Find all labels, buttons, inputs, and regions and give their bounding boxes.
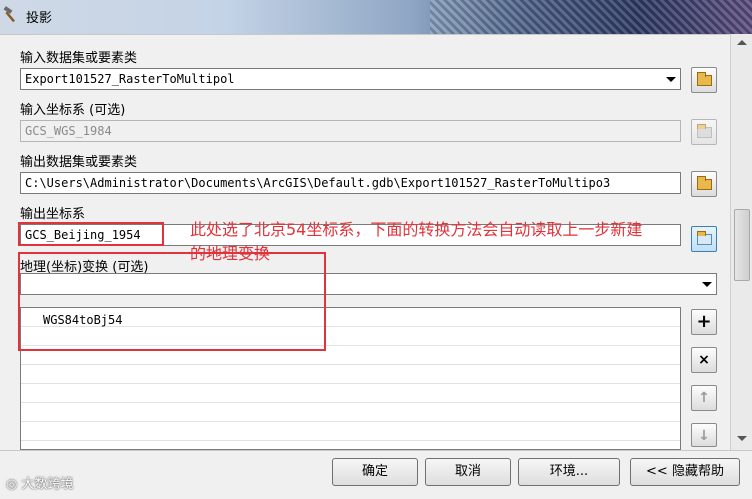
properties-icon <box>697 124 712 138</box>
input-crs-value: GCS_WGS_1984 <box>25 124 112 138</box>
open-folder-icon <box>697 176 712 190</box>
input-dataset-combo[interactable]: Export101527_RasterToMultipol <box>20 68 681 90</box>
list-row <box>21 384 680 403</box>
input-dataset-value: Export101527_RasterToMultipol <box>25 72 235 86</box>
add-icon[interactable]: + <box>691 309 717 335</box>
output-dataset-label: 输出数据集或要素类 <box>20 155 138 170</box>
annotation-text-line2: 的地理变换 <box>190 244 271 263</box>
vertical-scrollbar[interactable] <box>730 34 752 450</box>
annotation-box-output-crs <box>18 222 164 246</box>
move-down-icon[interactable]: ↓ <box>691 423 717 447</box>
watermark-logo-icon: ◎ <box>6 477 22 492</box>
window-title: 投影 <box>26 11 53 26</box>
annotation-text-line1: 此处选了北京54坐标系，下面的转换方法会自动读取上一步新建 <box>190 220 643 239</box>
open-folder-icon <box>697 72 712 86</box>
output-dataset-field[interactable]: C:\Users\Administrator\Documents\ArcGIS\… <box>20 172 681 194</box>
input-dataset-browse-button[interactable] <box>691 67 717 93</box>
output-crs-label: 输出坐标系 <box>20 207 86 222</box>
list-row <box>21 422 680 441</box>
properties-icon <box>697 231 712 245</box>
environments-button[interactable]: 环境... <box>518 458 620 486</box>
chevron-down-icon[interactable] <box>666 77 676 82</box>
list-row <box>21 365 680 384</box>
move-up-icon[interactable]: ↑ <box>691 385 717 411</box>
scroll-up-icon[interactable] <box>737 40 747 45</box>
remove-icon[interactable]: × <box>691 347 717 373</box>
annotation-box-transformation <box>18 252 326 351</box>
ok-button[interactable]: 确定 <box>332 458 418 486</box>
output-dataset-browse-button[interactable] <box>691 171 717 197</box>
input-crs-properties-button <box>691 119 717 145</box>
input-crs-label: 输入坐标系 (可选) <box>20 103 126 118</box>
watermark: ◎ 大数跨境 <box>6 473 74 492</box>
title-bar-decoration <box>430 0 752 34</box>
input-dataset-label: 输入数据集或要素类 <box>20 51 138 66</box>
chevron-down-icon[interactable] <box>702 282 712 287</box>
title-bar: 投影 <box>0 0 752 34</box>
output-crs-properties-button[interactable] <box>691 226 717 252</box>
cancel-button[interactable]: 取消 <box>425 458 511 486</box>
output-dataset-value: C:\Users\Administrator\Documents\ArcGIS\… <box>25 176 611 190</box>
input-crs-field: GCS_WGS_1984 <box>20 120 681 142</box>
hammer-icon <box>3 6 16 23</box>
scroll-down-icon[interactable] <box>737 436 747 441</box>
watermark-text: 大数跨境 <box>21 477 74 492</box>
list-row <box>21 403 680 422</box>
scroll-thumb[interactable] <box>734 209 750 281</box>
hide-help-button[interactable]: << 隐藏帮助 <box>630 458 740 486</box>
